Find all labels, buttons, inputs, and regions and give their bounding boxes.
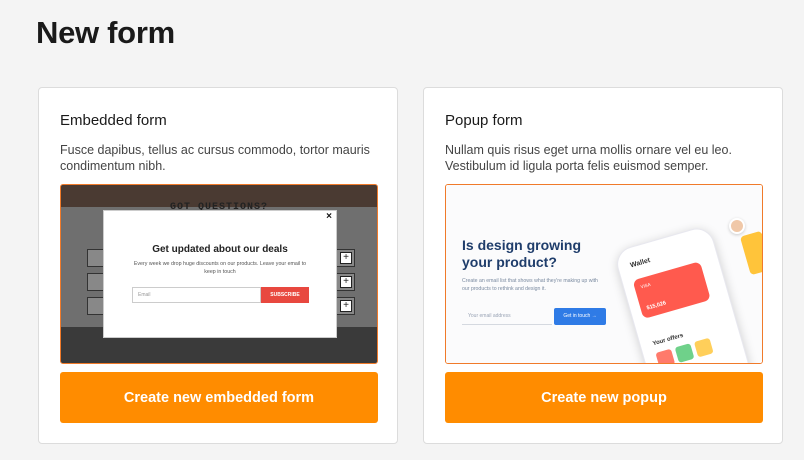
- popup-get-in-touch-button: Get in touch →: [554, 308, 606, 325]
- embedded-form-preview: GOT QUESTIONS? + + + × Get updated about…: [60, 184, 378, 364]
- create-popup-button[interactable]: Create new popup: [445, 372, 763, 423]
- page-title: New form: [36, 15, 175, 50]
- plus-icon: +: [340, 252, 352, 264]
- popup-form-preview: Is design growing your product? Create a…: [445, 184, 763, 364]
- phone-card-value: $15,026: [646, 300, 667, 312]
- create-embedded-form-button[interactable]: Create new embedded form: [60, 372, 378, 423]
- embedded-form-card: Embedded form Fusce dapibus, tellus ac c…: [38, 87, 398, 444]
- popup-card-description: Nullam quis risus eget urna mollis ornar…: [445, 143, 732, 173]
- offer-thumbnail: [674, 343, 695, 363]
- embedded-card-description: Fusce dapibus, tellus ac cursus commodo,…: [60, 143, 370, 173]
- offer-thumbnail: [655, 348, 676, 363]
- phone-credit-card: VISA $15,026: [632, 261, 711, 320]
- avatar: [729, 218, 745, 234]
- popup-subtext: Create an email list that shows what the…: [462, 278, 598, 292]
- embedded-card-title: Embedded form: [60, 112, 167, 129]
- close-icon: ×: [326, 211, 332, 222]
- modal-title: Get updated about our deals: [152, 244, 288, 255]
- popup-card-title: Popup form: [445, 112, 523, 129]
- plus-icon: +: [340, 276, 352, 288]
- offer-thumbnail: [693, 337, 714, 358]
- popup-form-card: Popup form Nullam quis risus eget urna m…: [423, 87, 783, 444]
- plus-icon: +: [340, 300, 352, 312]
- modal-subscribe-button: SUBSCRIBE: [261, 287, 309, 303]
- popup-email-input: Your email address: [462, 307, 552, 325]
- phone-card-label: VISA: [639, 281, 652, 290]
- preview-modal: × Get updated about our deals Every week…: [103, 210, 337, 338]
- phone-wallet-label: Wallet: [629, 257, 652, 270]
- modal-body: Every week we drop huge discounts on our…: [133, 261, 307, 275]
- popup-heading: Is design growing your product?: [462, 237, 582, 270]
- modal-email-input: Email: [132, 287, 261, 303]
